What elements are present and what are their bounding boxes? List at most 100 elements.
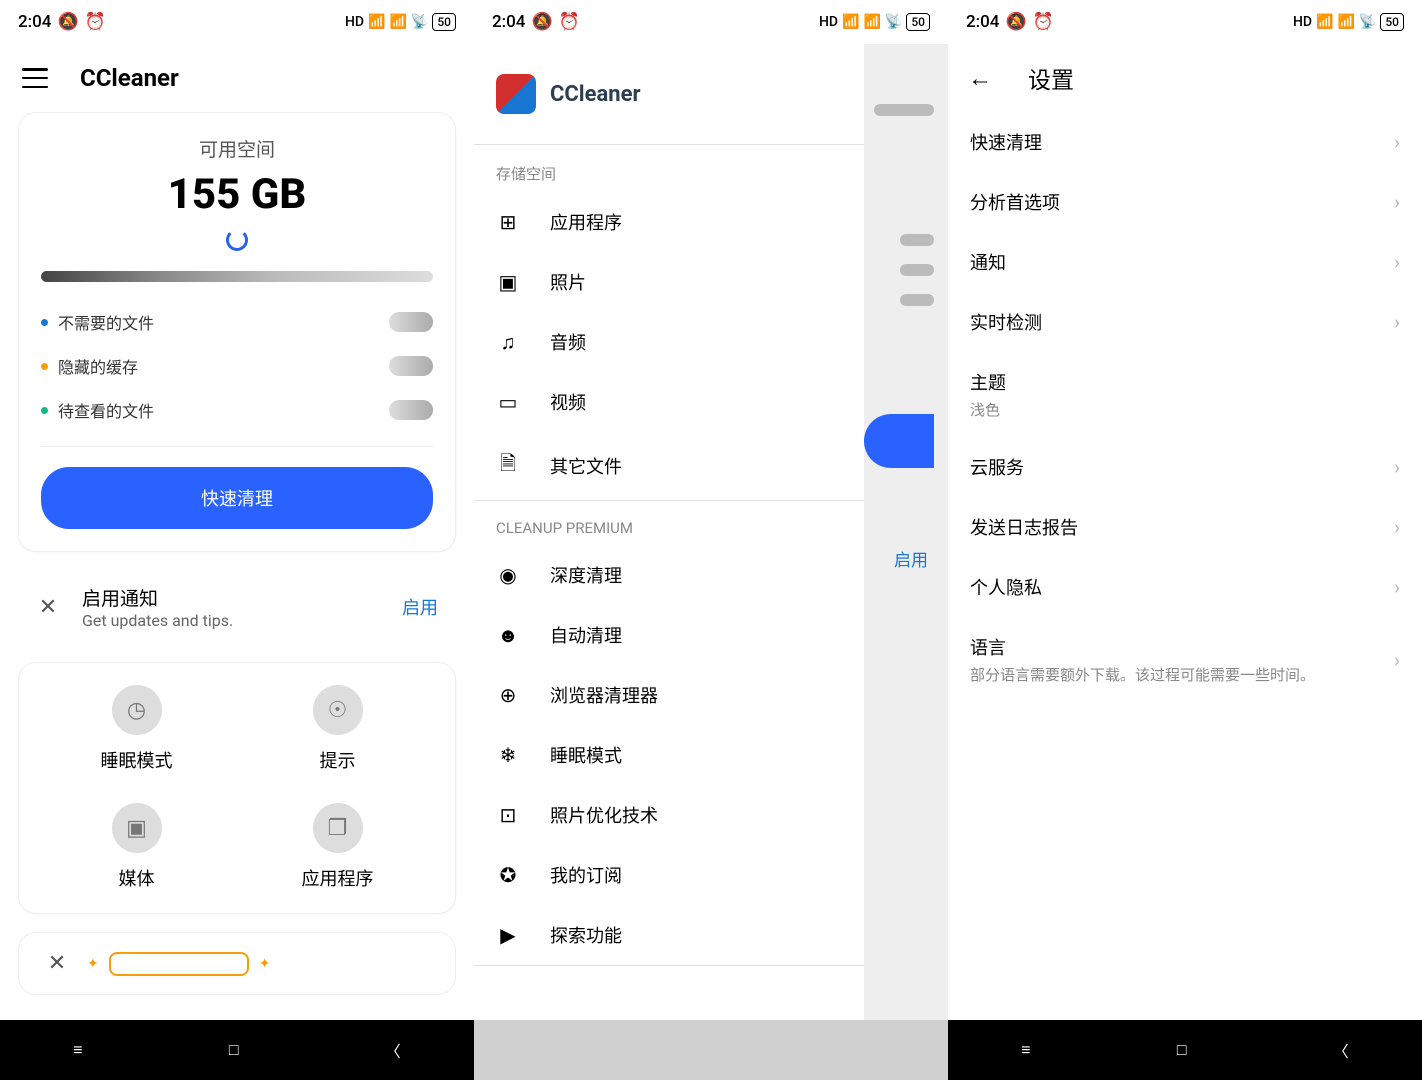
settings-item-label: 实时检测 (970, 309, 1042, 335)
settings-item-label: 分析首选项 (970, 189, 1060, 215)
brand-name: CCleaner (550, 82, 641, 107)
settings-item-sub: 浅色 (970, 399, 1006, 420)
app-bar: CCleaner (0, 44, 474, 112)
drawer-item-label: 音频 (550, 329, 586, 355)
nav-recent-icon[interactable]: ≡ (73, 1040, 82, 1060)
status-time: 2:04 (18, 12, 51, 32)
hd-icon: HD (345, 14, 364, 30)
drawer-item[interactable]: ☻ 自动清理 (474, 605, 864, 665)
drawer-item-label: 深度清理 (550, 562, 622, 588)
drawer-item[interactable]: ◉ 深度清理 (474, 545, 864, 605)
status-bar: 2:04 🔕 ⏰ HD 📶 📶 📡 50 (948, 0, 1422, 44)
settings-item[interactable]: 分析首选项› (948, 172, 1422, 232)
drawer-item-label: 其它文件 (550, 453, 622, 479)
drawer-item[interactable]: ⊕ 浏览器清理器 (474, 665, 864, 725)
phone-outline-icon (109, 952, 249, 976)
drawer-item[interactable]: ✪ 我的订阅 (474, 845, 864, 905)
drawer-item-label: 我的订阅 (550, 862, 622, 888)
nav-bar: ≡ □ 〈 (0, 1020, 474, 1080)
notif-sub: Get updates and tips. (82, 611, 388, 630)
settings-item[interactable]: 通知› (948, 232, 1422, 292)
legend-row: 不需要的文件 (41, 300, 433, 344)
nav-home-icon[interactable]: □ (1177, 1040, 1187, 1060)
space-value: 155 GB (41, 170, 433, 219)
back-arrow-icon[interactable]: ← (968, 64, 992, 93)
drawer-item-icon: ◉ (496, 563, 520, 587)
settings-item[interactable]: 个人隐私› (948, 557, 1422, 617)
nav-back-icon[interactable]: 〈 (385, 1038, 401, 1062)
signal-icon: 📶 (842, 14, 859, 30)
settings-item-label: 通知 (970, 249, 1006, 275)
promo-card[interactable]: ✕ ✦ ✦ (18, 932, 456, 995)
ccleaner-logo-icon (496, 74, 536, 114)
quick-clean-button[interactable]: 快速清理 (41, 467, 433, 529)
phone-settings: 2:04 🔕 ⏰ HD 📶 📶 📡 50 ← 设置 快速清理›分析首选项›通知›… (948, 0, 1422, 1080)
legend-pill (389, 400, 433, 420)
wifi-icon: 📡 (1359, 14, 1376, 30)
tile-sleep[interactable]: ◷ 睡眠模式 (41, 685, 232, 773)
drawer-item[interactable]: ▣照片 (474, 252, 864, 312)
drawer-item-icon: ▶ (496, 923, 520, 947)
battery-icon: 50 (432, 13, 456, 31)
alarm-icon: ⏰ (1033, 12, 1054, 32)
drawer-item-label: 浏览器清理器 (550, 682, 658, 708)
dimmed-background[interactable]: 启用 (864, 44, 948, 1020)
legend-row: 待查看的文件 (41, 388, 433, 432)
settings-item-label: 云服务 (970, 454, 1024, 480)
alarm-icon: ⏰ (559, 12, 580, 32)
drawer-item[interactable]: ⊡ 照片优化技术 (474, 785, 864, 845)
dot-icon (41, 407, 48, 414)
dnd-icon: 🔕 (531, 12, 552, 32)
drawer-item-icon: ▭ (496, 390, 520, 414)
chevron-right-icon: › (1394, 310, 1400, 334)
nav-back-icon[interactable]: 〈 (1333, 1038, 1349, 1062)
drawer-item[interactable]: ❄睡眠模式 (474, 725, 864, 785)
drawer-item-label: 探索功能 (550, 922, 622, 948)
settings-item[interactable]: 实时检测 › (948, 292, 1422, 352)
drawer-item[interactable]: ▶ 探索功能 (474, 905, 864, 965)
tile-label: 睡眠模式 (101, 747, 173, 773)
drawer-item-icon: ▣ (496, 270, 520, 294)
drawer-item-label: 照片优化技术 (550, 802, 658, 828)
apps-icon: ❐ (313, 803, 363, 853)
tile-tips[interactable]: ☉ 提示 (242, 685, 433, 773)
settings-app-bar: ← 设置 (948, 44, 1422, 112)
close-icon[interactable]: ✕ (37, 951, 77, 976)
wifi-icon: 📡 (411, 14, 428, 30)
drawer-item-label: 自动清理 (550, 622, 622, 648)
bg-enable-label: 启用 (894, 546, 928, 571)
settings-item[interactable]: 主题浅色 (948, 352, 1422, 437)
drawer-item-icon: ⊞ (496, 210, 520, 234)
menu-icon[interactable] (22, 68, 48, 88)
tile-apps[interactable]: ❐ 应用程序 (242, 803, 433, 891)
drawer-item-label: 睡眠模式 (550, 742, 622, 768)
drawer-item[interactable]: ⊞ 应用程序 (474, 192, 864, 252)
enable-button[interactable]: 启用 (402, 594, 438, 620)
drawer-item-icon: ✪ (496, 863, 520, 887)
drawer-item-icon: 🗎 (496, 449, 520, 483)
drawer-item-icon: ⊕ (496, 683, 520, 707)
settings-item[interactable]: 发送日志报告› (948, 497, 1422, 557)
chevron-right-icon: › (1394, 648, 1400, 672)
tile-media[interactable]: ▣ 媒体 (41, 803, 232, 891)
drawer-item-label: 应用程序 (550, 209, 622, 235)
settings-item-label: 个人隐私 (970, 574, 1042, 600)
tile-label: 提示 (320, 747, 356, 773)
chevron-right-icon: › (1394, 130, 1400, 154)
drawer-item[interactable]: 🗎 其它文件 (474, 432, 864, 500)
close-icon[interactable]: ✕ (28, 595, 68, 620)
settings-item-label: 语言 (970, 634, 1315, 660)
settings-item[interactable]: 云服务› (948, 437, 1422, 497)
sparkle-icon: ✦ (259, 956, 271, 972)
bulb-icon: ☉ (313, 685, 363, 735)
drawer-item[interactable]: ▭视频 (474, 372, 864, 432)
signal-icon-2: 📶 (389, 14, 406, 30)
settings-item[interactable]: 快速清理› (948, 112, 1422, 172)
nav-recent-icon[interactable]: ≡ (1021, 1040, 1030, 1060)
space-label: 可用空间 (41, 135, 433, 162)
settings-item[interactable]: 语言部分语言需要额外下载。该过程可能需要一些时间。› (948, 617, 1422, 702)
drawer-item-icon: ⊡ (496, 803, 520, 827)
drawer-item-icon: ☻ (496, 623, 520, 648)
drawer-item[interactable]: ♫音频 (474, 312, 864, 372)
nav-home-icon[interactable]: □ (229, 1040, 239, 1060)
